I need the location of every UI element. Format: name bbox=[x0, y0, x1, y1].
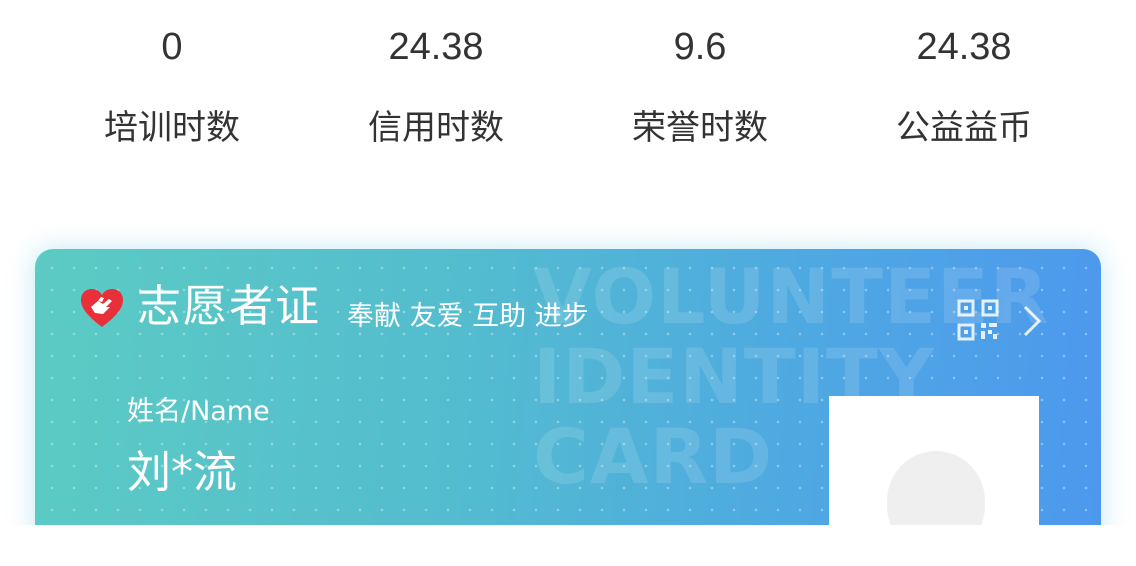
stat-value: 24.38 bbox=[388, 26, 484, 68]
stat-credit-hours[interactable]: 24.38 信用时数 bbox=[304, 18, 568, 168]
card-background: VOLUNTEER IDENTITY CARD 志愿者证 奉献 友爱 互助 进步 bbox=[35, 249, 1101, 549]
volunteer-id-card[interactable]: VOLUNTEER IDENTITY CARD 志愿者证 奉献 友爱 互助 进步 bbox=[35, 249, 1101, 549]
stat-label: 荣誉时数 bbox=[632, 108, 768, 148]
name-value: 刘*流 bbox=[127, 447, 237, 498]
stat-label: 培训时数 bbox=[104, 108, 240, 148]
chevron-right-icon[interactable] bbox=[1021, 303, 1045, 339]
stat-value: 0 bbox=[161, 26, 183, 68]
stat-label: 公益益币 bbox=[896, 108, 1032, 148]
stat-training-hours[interactable]: 0 培训时数 bbox=[40, 18, 304, 168]
card-title: 志愿者证 bbox=[137, 281, 321, 332]
card-slogan: 奉献 友爱 互助 进步 bbox=[347, 301, 589, 332]
stat-value: 9.6 bbox=[673, 26, 727, 68]
stat-value: 24.38 bbox=[916, 26, 1012, 68]
qr-code-icon[interactable] bbox=[957, 299, 999, 341]
volunteer-profile-page: 0 培训时数 24.38 信用时数 9.6 荣誉时数 24.38 公益益币 VO… bbox=[0, 0, 1136, 566]
stat-charity-coins[interactable]: 24.38 公益益币 bbox=[832, 18, 1096, 168]
viewport-bottom bbox=[0, 525, 1136, 566]
stat-honor-hours[interactable]: 9.6 荣誉时数 bbox=[568, 18, 832, 168]
name-label: 姓名/Name bbox=[127, 396, 270, 427]
stats-row: 0 培训时数 24.38 信用时数 9.6 荣誉时数 24.38 公益益币 bbox=[40, 18, 1096, 168]
heart-hand-icon bbox=[81, 289, 123, 327]
stat-label: 信用时数 bbox=[368, 108, 504, 148]
